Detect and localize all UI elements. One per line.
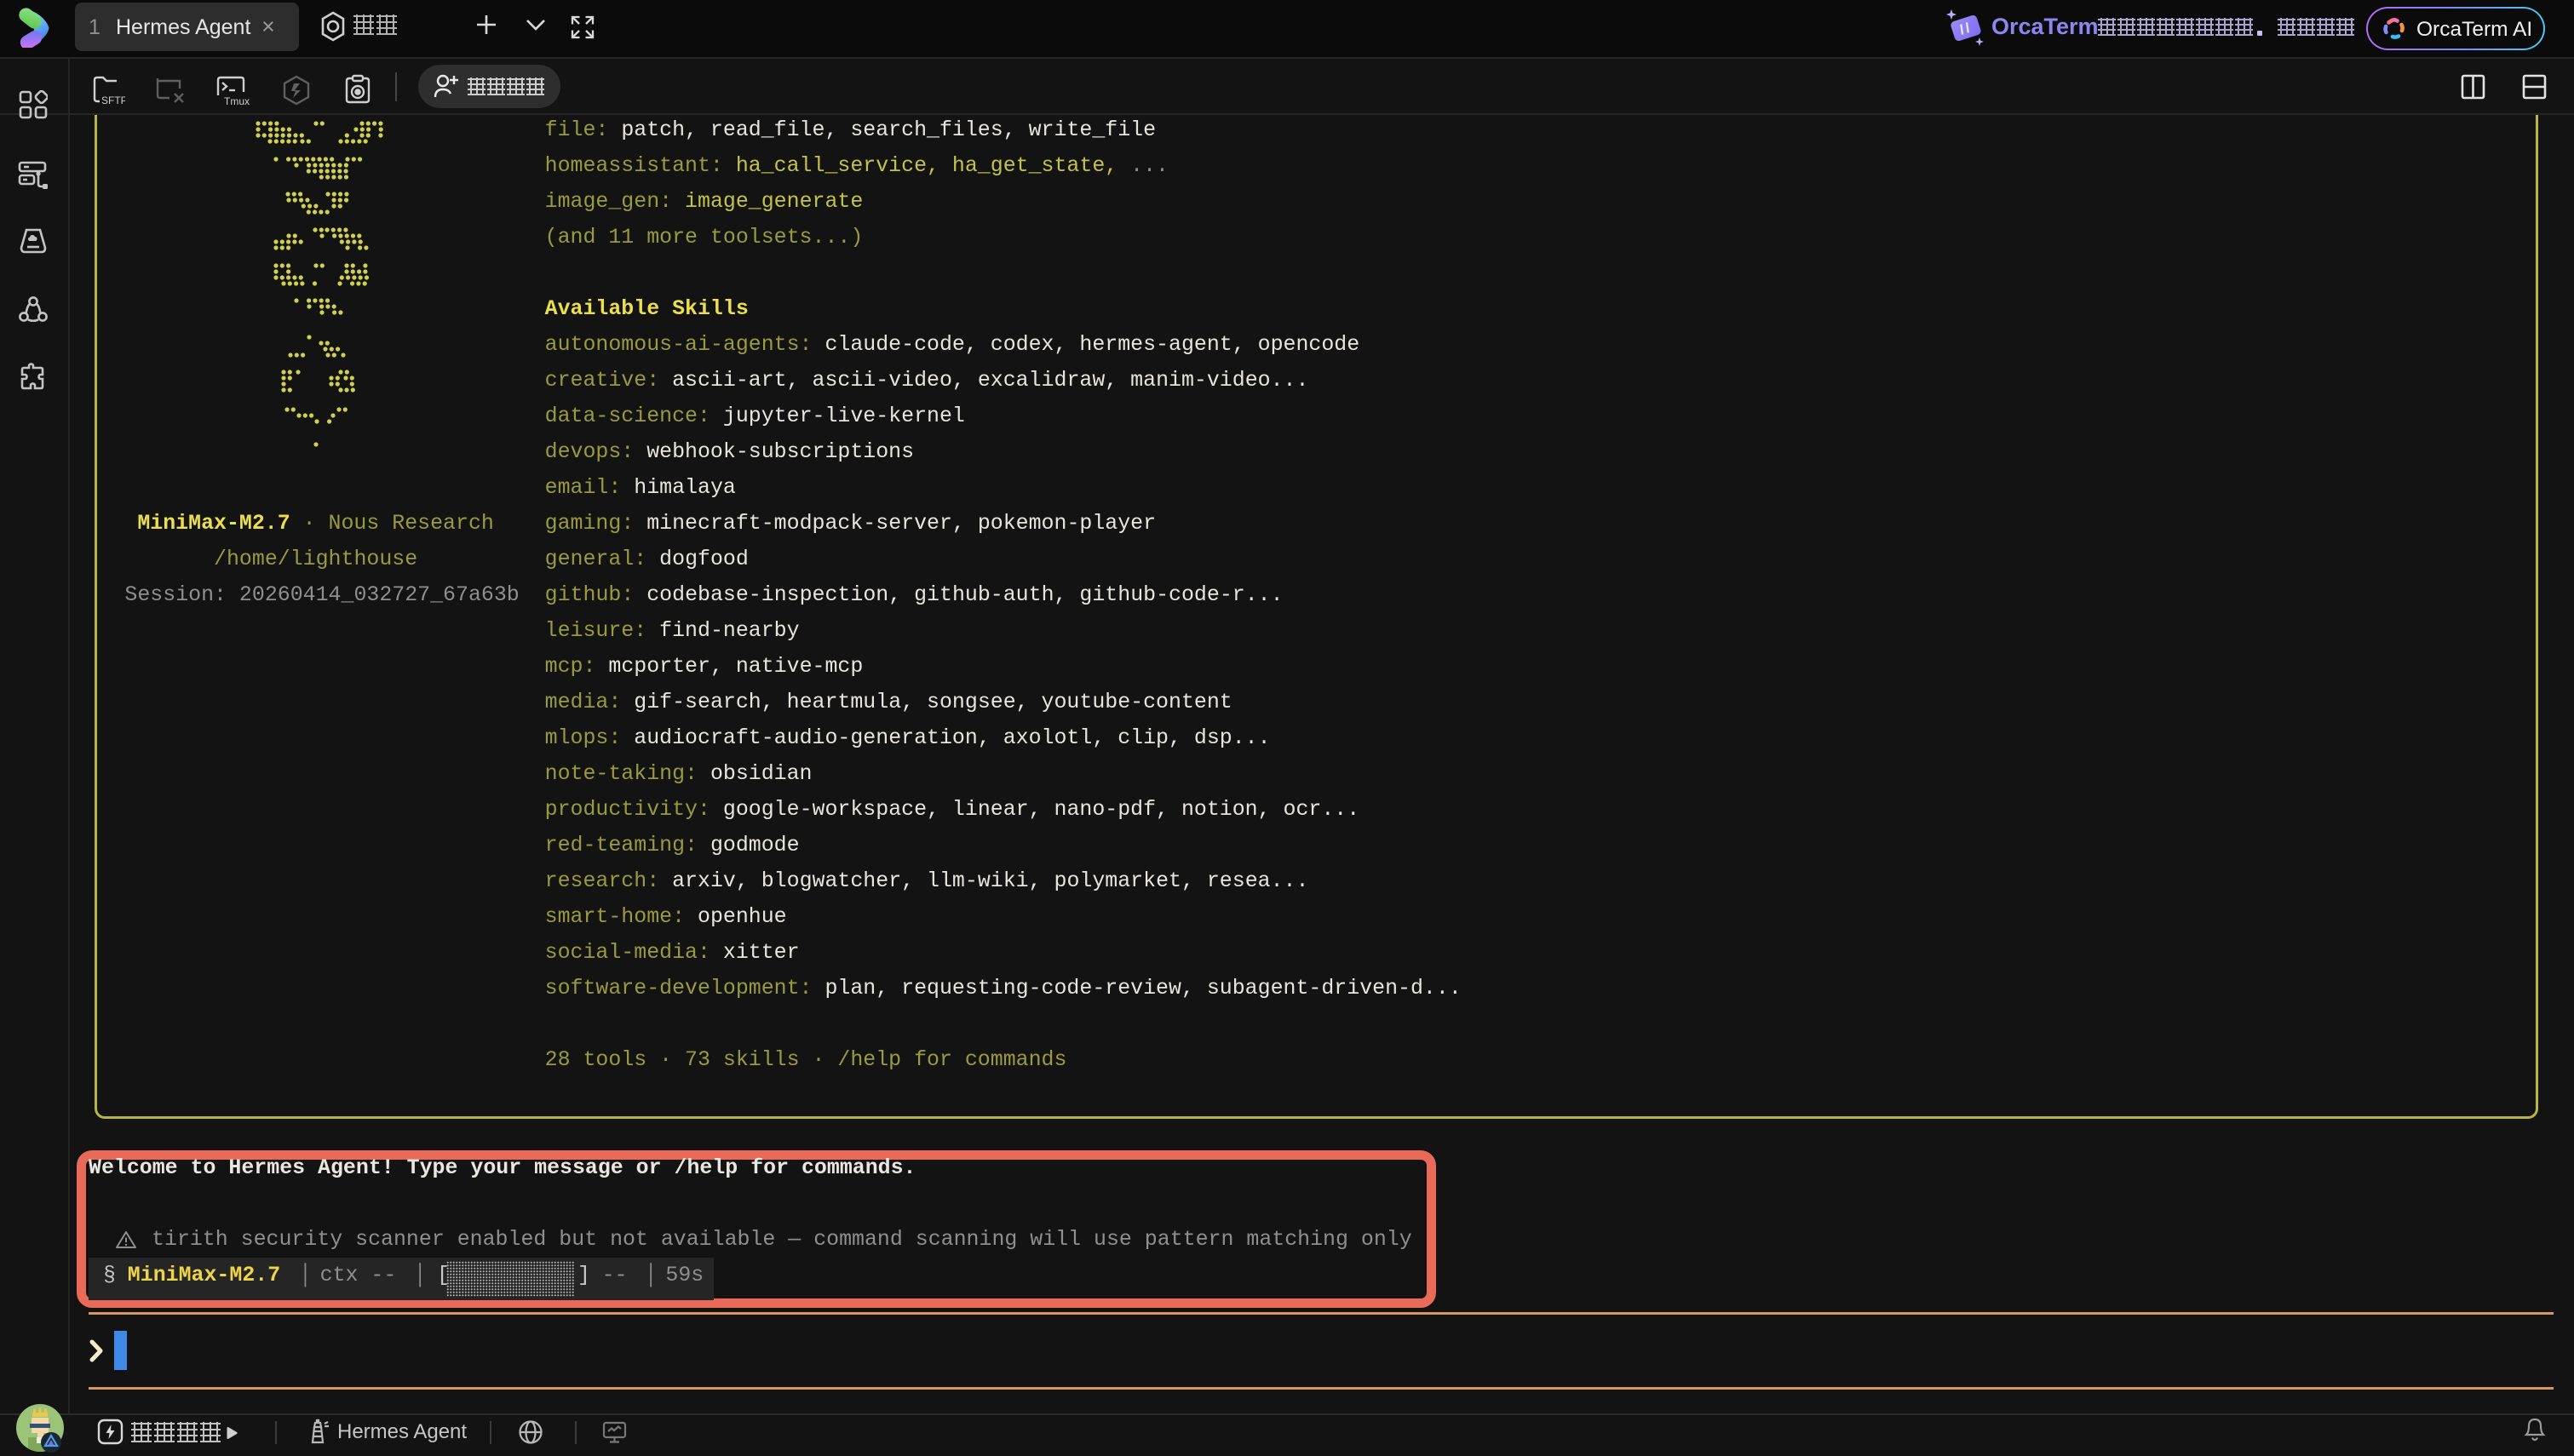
svg-text:Tmux: Tmux (224, 95, 250, 107)
svg-text:SFTP: SFTP (101, 95, 125, 106)
